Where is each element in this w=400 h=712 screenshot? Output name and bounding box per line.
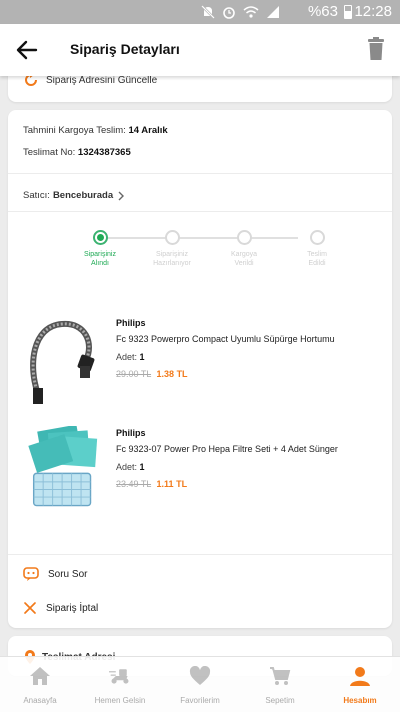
bottom-navigation: Anasayfa Hemen Gelsin Favorilerim Sepeti… [0, 656, 400, 712]
step-label: Siparişiniz [156, 251, 188, 258]
product-brand: Philips [116, 428, 146, 438]
estimated-delivery-label: Tahmini Kargoya Teslim: [23, 125, 126, 136]
nav-label: Hesabım [343, 696, 377, 705]
quantity-label: Adet: [116, 462, 138, 472]
tracking-number-value: 1324387365 [77, 147, 131, 158]
product-brand: Philips [116, 318, 146, 328]
divider [8, 173, 392, 174]
step-label: Verildi [234, 260, 254, 267]
step-received: Siparişiniz Alındı [70, 228, 130, 268]
product-name: Fc 9323-07 Power Pro Hepa Filtre Seti + … [116, 444, 338, 454]
cancel-order-label: Sipariş İptal [46, 602, 99, 614]
step-label: Siparişiniz [84, 251, 116, 258]
nav-home[interactable]: Anasayfa [0, 657, 80, 712]
product-price: 23.49 TL 1.11 TL [116, 479, 187, 489]
seller-row[interactable]: Satıcı: Benceburada [23, 190, 126, 201]
cancel-order-button[interactable]: Sipariş İptal [22, 600, 98, 616]
step-label: Alındı [91, 260, 109, 267]
step-shipped: Kargoya Verildi [214, 228, 274, 268]
nav-label: Favorilerim [180, 696, 220, 705]
page-title: Sipariş Detayları [70, 41, 180, 57]
quantity-value: 1 [139, 352, 145, 362]
close-icon [24, 602, 36, 614]
new-price: 1.38 TL [156, 369, 188, 379]
mute-icon [201, 5, 215, 19]
nav-hemen-gelsin[interactable]: Hemen Gelsin [80, 657, 160, 712]
nav-cart[interactable]: Sepetim [240, 657, 320, 712]
new-price: 1.11 TL [156, 479, 188, 489]
nav-label: Hemen Gelsin [94, 696, 146, 705]
chat-icon [23, 567, 39, 581]
divider [8, 211, 392, 212]
product-quantity: Adet: 1 [116, 462, 145, 472]
alarm-icon [223, 7, 235, 19]
nav-label: Sepetim [265, 696, 295, 705]
hepa-filter-image [28, 426, 98, 507]
old-price: 23.49 TL [116, 479, 152, 489]
nav-label: Anasayfa [23, 696, 57, 705]
clock: 12:28 [354, 3, 392, 20]
step-dot [236, 230, 252, 245]
status-icons [201, 4, 280, 20]
signal-icon [267, 6, 279, 18]
estimated-delivery-value: 14 Aralık [128, 125, 168, 136]
nav-account[interactable]: Hesabım [320, 657, 400, 712]
product-item[interactable]: Philips Fc 9323-07 Power Pro Hepa Filtre… [8, 426, 392, 526]
address-update-label: Sipariş Adresini Güncelle [46, 74, 158, 86]
step-dot [92, 230, 108, 245]
wifi-icon [243, 6, 259, 18]
battery-icon [344, 5, 352, 19]
user-icon [350, 667, 370, 686]
ask-question-label: Soru Sor [48, 568, 88, 580]
home-icon [30, 667, 50, 685]
divider [8, 554, 392, 555]
nav-favorites[interactable]: Favorilerim [160, 657, 240, 712]
cart-icon [270, 667, 291, 685]
status-bar: %63 12:28 [0, 0, 400, 24]
chevron-right-icon [118, 191, 125, 200]
trash-icon[interactable] [364, 36, 388, 62]
vacuum-hose-image [30, 320, 95, 404]
tracking-number-label: Teslimat No: [23, 147, 76, 158]
app-bar: Sipariş Detayları [0, 24, 400, 76]
battery-percent: %63 [307, 3, 338, 20]
ask-question-button[interactable]: Soru Sor [22, 566, 87, 582]
tracking-number: Teslimat No: 1324387365 [23, 147, 131, 158]
heart-icon [189, 666, 211, 685]
order-status-stepper: Siparişiniz Alındı Siparişiniz Hazırlanıyo… [64, 228, 334, 278]
quantity-label: Adet: [116, 352, 138, 362]
back-arrow-icon[interactable] [14, 37, 40, 63]
seller-label: Satıcı: [23, 190, 50, 201]
product-price: 29.00 TL 1.38 TL [116, 369, 188, 379]
order-card: Tahmini Kargoya Teslim: 14 Aralık Teslim… [8, 110, 392, 628]
step-label: Kargoya [230, 251, 258, 258]
step-dot [164, 230, 180, 245]
estimated-delivery: Tahmini Kargoya Teslim: 14 Aralık [23, 125, 168, 136]
step-preparing: Siparişiniz Hazırlanıyor [142, 228, 202, 268]
seller-name: Benceburada [52, 190, 114, 201]
step-label: Edildi [308, 260, 326, 267]
old-price: 29.00 TL [116, 369, 152, 379]
delivery-scooter-icon [109, 669, 129, 684]
product-quantity: Adet: 1 [116, 352, 145, 362]
product-name: Fc 9323 Powerpro Compact Uyumlu Süpürge … [116, 334, 335, 344]
step-label: Teslim [307, 251, 327, 258]
step-label: Hazırlanıyor [153, 260, 191, 267]
quantity-value: 1 [139, 462, 145, 472]
step-delivered: Teslim Edildi [287, 228, 347, 268]
step-dot [309, 230, 325, 245]
product-item[interactable]: Philips Fc 9323 Powerpro Compact Uyumlu … [8, 316, 392, 416]
